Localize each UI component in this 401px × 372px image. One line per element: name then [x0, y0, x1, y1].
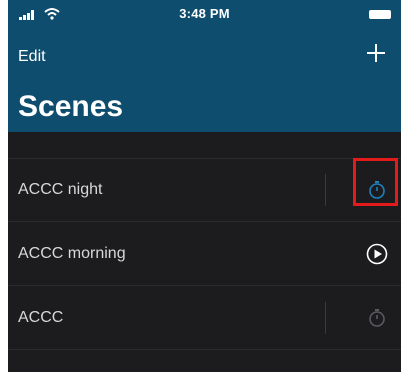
edit-button[interactable]: Edit — [18, 48, 46, 66]
scene-row-accc-morning[interactable]: ACCC morning — [8, 222, 401, 286]
row-divider — [325, 174, 326, 206]
play-circle-icon[interactable] — [365, 242, 389, 266]
scene-name: ACCC — [18, 308, 64, 326]
row-divider — [325, 302, 326, 334]
scene-name: ACCC night — [18, 180, 103, 198]
scene-row-accc-night[interactable]: ACCC night — [8, 158, 401, 222]
status-bar: 3:48 PM — [8, 0, 401, 28]
highlight-box — [353, 158, 398, 206]
status-time: 3:48 PM — [179, 6, 230, 21]
plus-icon[interactable] — [365, 42, 387, 64]
scene-row-accc[interactable]: ACCC — [8, 286, 401, 350]
scene-name: ACCC morning — [18, 244, 126, 262]
header: 3:48 PM Edit Scenes — [8, 0, 401, 132]
page-title: Scenes — [18, 90, 124, 123]
scene-list: ACCC night ACCC morning ACCC — [8, 158, 401, 350]
battery-icon — [369, 10, 391, 19]
timer-icon[interactable] — [365, 306, 389, 330]
phone-screen: 3:48 PM Edit Scenes ACCC night ACCC morn… — [8, 0, 401, 372]
